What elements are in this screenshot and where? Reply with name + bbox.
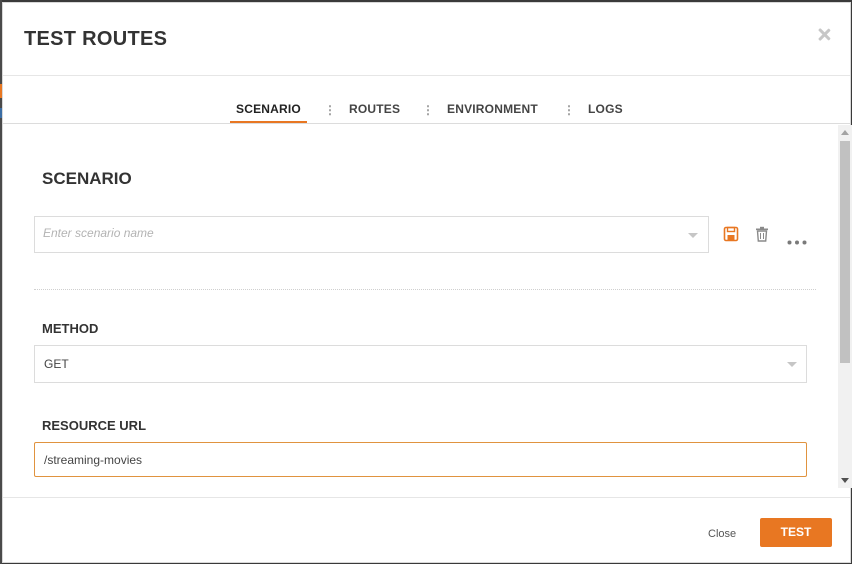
section-divider [34, 289, 816, 290]
resource-url-field[interactable] [34, 442, 807, 477]
chevron-down-icon[interactable] [688, 233, 698, 238]
method-label: METHOD [42, 321, 99, 336]
tab-environment[interactable]: ENVIRONMENT [447, 102, 538, 124]
close-button[interactable]: Close [708, 528, 736, 540]
tab-logs[interactable]: LOGS [588, 102, 623, 124]
method-select-value: GET [44, 357, 69, 371]
tab-separator: ⋮ [422, 103, 434, 117]
tab-separator: ⋮ [563, 103, 575, 117]
scrollbar-thumb[interactable] [840, 141, 850, 363]
modal-header: TEST ROUTES [3, 3, 850, 76]
save-icon[interactable] [723, 226, 739, 247]
resource-url-label: RESOURCE URL [42, 418, 147, 433]
chevron-down-icon[interactable] [787, 362, 797, 367]
resource-url-input[interactable] [44, 453, 784, 467]
scenario-name-input[interactable] [43, 226, 663, 240]
test-routes-modal: TEST ROUTES SCENARIO ⋮ ROUTES ⋮ ENVIRONM… [2, 2, 852, 564]
more-horizontal-icon[interactable] [787, 232, 807, 250]
scenario-section-title: SCENARIO [42, 169, 132, 188]
scroll-down-arrow-icon[interactable] [841, 478, 849, 483]
modal-title: TEST ROUTES [24, 28, 168, 50]
vertical-scrollbar[interactable] [838, 125, 852, 488]
scroll-up-arrow-icon[interactable] [841, 130, 849, 135]
tab-bar: SCENARIO ⋮ ROUTES ⋮ ENVIRONMENT ⋮ LOGS [3, 76, 850, 124]
test-button[interactable]: TEST [760, 518, 832, 547]
modal-footer: Close TEST [3, 497, 850, 564]
tab-separator: ⋮ [324, 103, 336, 117]
method-select[interactable]: GET [34, 345, 807, 383]
tab-routes[interactable]: ROUTES [349, 102, 400, 124]
active-tab-indicator [230, 121, 307, 123]
trash-icon[interactable] [755, 226, 769, 247]
scenario-name-combobox[interactable] [34, 216, 709, 253]
close-icon[interactable] [816, 27, 832, 43]
modal-body: SCENARIO Enter scenario name METHOD GET … [3, 125, 852, 499]
